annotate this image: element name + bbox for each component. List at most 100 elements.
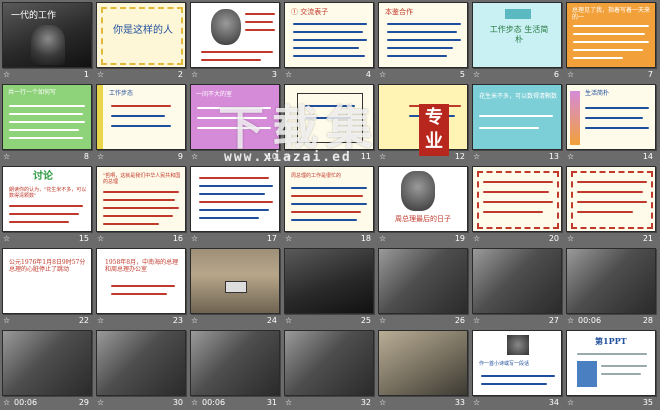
slide-8[interactable]: 共一行一个如何写 ☆ 8 [0, 82, 94, 163]
slide-29[interactable]: ☆ 00:06 29 [0, 328, 94, 409]
slide-thumbnail[interactable]: 你是这样的人 [96, 2, 186, 68]
slide-thumbnail[interactable] [378, 330, 468, 396]
star-icon: ☆ [473, 316, 481, 325]
slide-thumbnail[interactable] [566, 166, 656, 232]
slide-21[interactable]: ☆ 21 [564, 164, 658, 245]
slide-thumbnail[interactable]: 总理见了我，指着写着一天来的一 [566, 2, 656, 68]
slide-13[interactable]: 花生米不多，可以数得清颗数 ☆ 13 [470, 82, 564, 163]
slide-thumbnail[interactable]: 工作步态 生活简朴 [472, 2, 562, 68]
slide-6[interactable]: 工作步态 生活简朴 ☆ 6 [470, 0, 564, 81]
slide-thumbnail[interactable] [472, 166, 562, 232]
slide-thumbnail[interactable] [566, 248, 656, 314]
portrait-photo [507, 335, 529, 355]
slide-16[interactable]: "哲啊，这就是我们中华人民共和国的总理 ☆ 16 [94, 164, 188, 245]
side-stripe [97, 85, 103, 149]
slide-thumbnail[interactable] [2, 330, 92, 396]
star-icon: ☆ [567, 234, 575, 243]
slide-5[interactable]: 本鉴合作 ☆ 5 [376, 0, 470, 81]
slide-thumbnail[interactable]: "哲啊，这就是我们中华人民共和国的总理 [96, 166, 186, 232]
slide-thumbnail[interactable]: 第1PPT [566, 330, 656, 396]
slide-24[interactable]: ☆ 24 [188, 246, 282, 327]
slide-33[interactable]: ☆ 33 [376, 328, 470, 409]
slide-text: 周总理的工作是很忙的 [291, 173, 342, 179]
slide-number: 9 [177, 152, 183, 161]
slide-14[interactable]: 生活简朴 ☆ 14 [564, 82, 658, 163]
slide-23[interactable]: 1958年8月，中南海的总理和周总理办公室 ☆ 23 [94, 246, 188, 327]
slide-thumbnail[interactable]: 本鉴合作 [378, 2, 468, 68]
slide-30[interactable]: ☆ 30 [94, 328, 188, 409]
star-icon: ☆ [379, 152, 387, 161]
slide-1[interactable]: 一代的工作 ☆ 1 [0, 0, 94, 81]
star-icon: ☆ [3, 398, 11, 407]
slide-number: 19 [454, 234, 465, 243]
slide-thumbnail[interactable]: 生活简朴 [566, 84, 656, 150]
slide-thumbnail[interactable] [190, 166, 280, 232]
slide-title: 本鉴合作 [385, 8, 413, 16]
slide-19[interactable]: 周总理最后的日子 ☆ 19 [376, 164, 470, 245]
slide-thumbnail[interactable]: 讨论 朗读你的认为，"花生米不多，可以数得清颗数" [2, 166, 92, 232]
slide-thumbnail[interactable] [472, 248, 562, 314]
slide-9[interactable]: 工作步态 ☆ 9 [94, 82, 188, 163]
slide-thumbnail[interactable]: 周总理的工作是很忙的 [284, 166, 374, 232]
duration-label: 00:06 [202, 398, 226, 407]
slide-3[interactable]: ☆ 3 [188, 0, 282, 81]
star-icon: ☆ [379, 398, 387, 407]
slide-number: 12 [454, 152, 465, 161]
slide-thumbnail[interactable]: 工作步态 [96, 84, 186, 150]
star-icon: ☆ [97, 70, 105, 79]
slide-number: 2 [177, 70, 183, 79]
slide-frame [571, 171, 653, 229]
slide-thumbnail[interactable]: 1958年8月，中南海的总理和周总理办公室 [96, 248, 186, 314]
slide-number: 27 [548, 316, 559, 325]
slide-7[interactable]: 总理见了我，指着写着一天来的一 ☆ 7 [564, 0, 658, 81]
slide-thumbnail[interactable]: 周总理最后的日子 [378, 166, 468, 232]
slide-28[interactable]: ☆ 00:06 28 [564, 246, 658, 327]
slide-15[interactable]: 讨论 朗读你的认为，"花生米不多，可以数得清颗数" ☆ 15 [0, 164, 94, 245]
slide-number: 23 [172, 316, 183, 325]
slide-title: 周总理最后的日子 [395, 215, 451, 223]
slide-number: 34 [548, 398, 559, 407]
slide-number: 15 [78, 234, 89, 243]
slide-number: 20 [548, 234, 559, 243]
slide-27[interactable]: ☆ 27 [470, 246, 564, 327]
slide-26[interactable]: ☆ 26 [376, 246, 470, 327]
slide-thumbnail[interactable] [96, 330, 186, 396]
star-icon: ☆ [567, 152, 575, 161]
slide-25[interactable]: ☆ 25 [282, 246, 376, 327]
slide-17[interactable]: ☆ 17 [188, 164, 282, 245]
slide-thumbnail[interactable]: 公元1976年1月8日9时57分 总理的心脏停止了跳动 [2, 248, 92, 314]
slide-thumbnail[interactable] [378, 248, 468, 314]
slide-title: 工作步态 [109, 90, 134, 97]
slide-32[interactable]: ☆ 32 [282, 328, 376, 409]
slide-2[interactable]: 你是这样的人 ☆ 2 [94, 0, 188, 81]
star-icon: ☆ [567, 398, 575, 407]
slide-number: 21 [642, 234, 653, 243]
star-icon: ☆ [285, 234, 293, 243]
slide-thumbnail[interactable] [284, 248, 374, 314]
slide-thumbnail[interactable] [190, 2, 280, 68]
star-icon: ☆ [97, 316, 105, 325]
slide-text: 总理见了我，指着写着一天来的一 [572, 7, 651, 22]
slide-31[interactable]: ☆ 00:06 31 [188, 328, 282, 409]
slide-4[interactable]: ① 交流表子 ☆ 4 [282, 0, 376, 81]
slide-frame [477, 171, 559, 229]
star-icon: ☆ [97, 152, 105, 161]
slide-thumbnail[interactable]: ① 交流表子 [284, 2, 374, 68]
slide-20[interactable]: ☆ 20 [470, 164, 564, 245]
slide-thumbnail[interactable]: 作一首小诗或写一段话 [472, 330, 562, 396]
slide-thumbnail[interactable]: 共一行一个如何写 [2, 84, 92, 150]
star-icon: ☆ [191, 152, 199, 161]
slide-thumbnail[interactable]: 花生米不多，可以数得清颗数 [472, 84, 562, 150]
slide-35[interactable]: 第1PPT ☆ 35 [564, 328, 658, 409]
slide-22[interactable]: 公元1976年1月8日9时57分 总理的心脏停止了跳动 ☆ 22 [0, 246, 94, 327]
slide-34[interactable]: 作一首小诗或写一段话 ☆ 34 [470, 328, 564, 409]
slide-thumbnail[interactable] [190, 330, 280, 396]
slide-thumbnail[interactable] [284, 330, 374, 396]
slide-18[interactable]: 周总理的工作是很忙的 ☆ 18 [282, 164, 376, 245]
slide-number: 6 [553, 70, 559, 79]
star-icon: ☆ [97, 398, 105, 407]
slide-thumbnail[interactable] [190, 248, 280, 314]
slide-thumbnail[interactable]: 一代的工作 [2, 2, 92, 68]
header-bar [505, 9, 531, 19]
star-icon: ☆ [285, 316, 293, 325]
